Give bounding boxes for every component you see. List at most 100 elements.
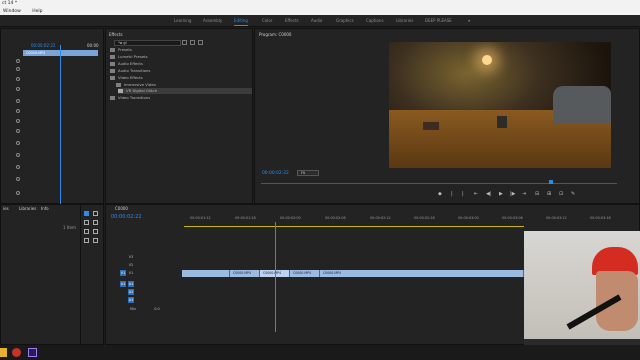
32bit-icon[interactable] [198,40,203,45]
workspace-graphics[interactable]: Graphics [336,15,354,27]
workspace-libraries[interactable]: Libraries [396,15,413,27]
folder-icon [110,69,115,73]
keyframe-icon[interactable] [16,177,20,181]
window-title-bar: ct 14 * [0,0,640,8]
keyframe-icon[interactable] [16,87,20,91]
effects-search-input[interactable]: "w gl [114,40,181,46]
workspace-assembly[interactable]: Assembly [203,15,222,27]
track-select-tool-icon[interactable] [93,211,98,216]
ruler-tick-label: 00:00:03:18 [590,216,611,220]
keyframe-icon[interactable] [16,119,20,123]
tab-project[interactable]: ies [3,206,9,211]
ripple-edit-tool-icon[interactable] [84,220,89,225]
track-label[interactable]: V1 [128,270,134,276]
program-monitor-title: Program: C0000 [259,32,292,37]
premiere-pro-icon[interactable] [28,348,37,357]
keyframe-icon[interactable] [16,165,20,169]
track-label[interactable]: A2 [128,289,134,295]
track-header-v2: V2 [110,261,182,269]
lift-icon[interactable]: ⊟ [535,191,539,197]
workspace-deep-please[interactable]: DEEP PLEASE [425,15,452,27]
folder-icon [110,96,115,100]
selection-tool-icon[interactable] [84,211,89,216]
hand-tool-icon[interactable] [84,238,89,243]
keyframe-icon[interactable] [16,77,20,81]
extract-icon[interactable]: ⊞ [547,191,551,197]
workspace-color[interactable]: Color [262,15,272,27]
keyframe-icon[interactable] [16,99,20,103]
keyframe-icon[interactable] [16,129,20,133]
workspace-audio[interactable]: Audio [311,15,322,27]
slip-tool-icon[interactable] [84,229,89,234]
ruler-tick-label: 00:00:02:12 [370,216,391,220]
play-icon[interactable]: ▶ [499,191,503,197]
tree-item[interactable]: Presets [110,47,132,53]
work-area-bar[interactable] [184,226,524,227]
go-to-out-icon[interactable]: ⇥ [522,191,526,197]
step-back-icon[interactable]: ◀| [486,191,492,197]
master-volume[interactable]: 0.0 [152,306,162,312]
track-header-a2: A2 [110,288,182,296]
track-label[interactable]: V3 [128,254,134,260]
timeline-playhead[interactable] [275,222,276,332]
workspace-learning[interactable]: Learning [174,15,191,27]
step-forward-icon[interactable]: |▶ [510,191,516,197]
keyframe-icon[interactable] [16,109,20,113]
menu-window[interactable]: Window [3,9,21,14]
tree-item[interactable]: Audio Transitions [110,68,150,74]
ruler-tick-label: 00:00:01:12 [190,216,211,220]
workspace-effects[interactable]: Effects [285,15,299,27]
clip[interactable] [182,270,230,277]
track-label[interactable]: V2 [128,262,134,268]
tree-item[interactable]: Video Transitions [110,95,150,101]
tab-libraries[interactable]: Libraries [19,206,36,211]
track-label[interactable]: A3 [128,297,134,303]
workspace-more-icon[interactable]: » [468,15,470,27]
tree-item-selected[interactable]: VR Digital Glitch [118,88,252,94]
keyframe-icon[interactable] [16,59,20,63]
zoom-select[interactable]: Fit [297,170,319,176]
folder-icon [110,48,115,52]
file-explorer-icon[interactable] [0,348,7,357]
window-title: ct 14 * [2,1,18,6]
clip[interactable]: C0000.MP4 [320,270,524,277]
video-streetlight [482,54,493,65]
clip[interactable]: C0000.MP4 [290,270,320,277]
tree-item[interactable]: Video Effects [110,75,143,81]
ruler-tick-label: 00:00:02:06 [325,216,346,220]
ruler-tick-label: 00:00:02:18 [414,216,435,220]
tab-info[interactable]: Info [41,206,49,211]
razor-tool-icon[interactable] [93,220,98,225]
track-label[interactable]: A1 [128,281,134,287]
program-playhead[interactable] [549,180,553,184]
track-header-a3: A3 [110,296,182,304]
tree-item[interactable]: Audio Effects [110,61,143,67]
obs-icon[interactable] [12,348,21,357]
add-marker-icon[interactable]: ◆ [438,191,442,197]
keyframe-icon[interactable] [16,67,20,71]
program-video-frame [389,42,611,168]
tree-item[interactable]: Lumetri Presets [110,54,148,60]
source-patch-v1[interactable]: V1 [120,270,126,276]
new-bin-icon[interactable] [182,40,187,45]
clip[interactable]: C0000.MP4 [230,270,260,277]
button-editor-icon[interactable]: ✎ [571,191,575,197]
workspace-captions[interactable]: Captions [366,15,384,27]
program-scrub-bar[interactable] [261,183,617,184]
type-tool-icon[interactable] [93,238,98,243]
keyframe-icon[interactable] [16,141,20,145]
export-frame-icon[interactable]: ⊡ [559,191,563,197]
keyframe-icon[interactable] [16,191,20,195]
workspace-editing[interactable]: Editing [234,15,248,27]
track-header-a1: A1 A1 [110,280,182,288]
source-patch-a1[interactable]: A1 [120,281,126,287]
go-to-in-icon[interactable]: ⇤ [474,191,478,197]
sequence-tab[interactable]: C0000 [115,206,128,211]
menu-help[interactable]: Help [32,9,42,14]
mark-in-icon[interactable]: | [451,191,453,197]
pen-tool-icon[interactable] [93,229,98,234]
keyframe-icon[interactable] [16,153,20,157]
accelerated-icon[interactable] [190,40,195,45]
mark-out-icon[interactable]: | [462,191,464,197]
source-playhead[interactable] [60,45,61,205]
